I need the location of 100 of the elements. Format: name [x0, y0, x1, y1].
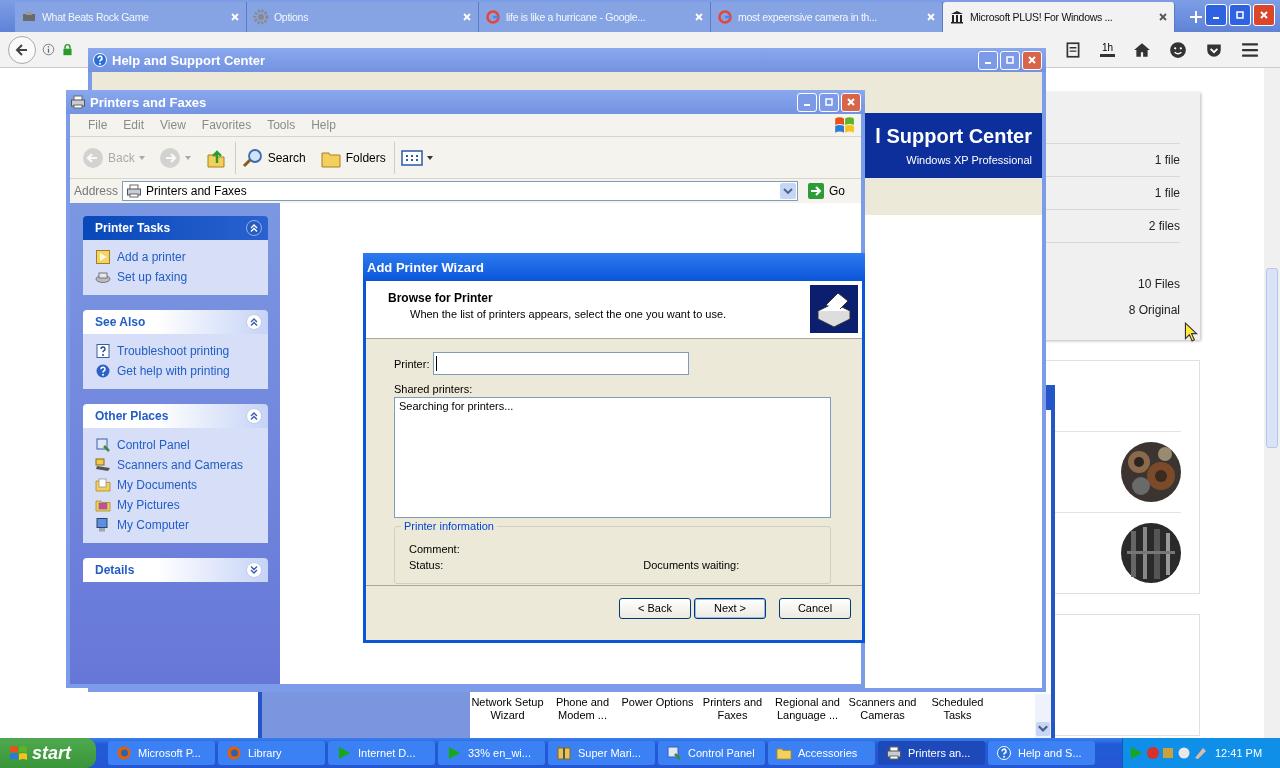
taskbar-button[interactable]: Microsoft P... [108, 741, 215, 765]
file-count: 10 Files [1137, 277, 1180, 291]
collapse-icon[interactable] [246, 314, 262, 330]
control-panel-item[interactable]: Regional and Language ... [770, 696, 845, 722]
panel-header[interactable]: Other Places [83, 404, 268, 428]
maximize-icon [1235, 10, 1245, 20]
task-link[interactable]: Get help with printing [95, 363, 258, 379]
task-link[interactable]: My Documents [95, 477, 258, 493]
task-link[interactable]: Set up faxing [95, 269, 258, 285]
play-arrow-icon [336, 745, 352, 761]
taskbar-button[interactable]: 33% en_wi... [438, 741, 545, 765]
taskbar-button[interactable]: Help and S... [988, 741, 1095, 765]
taskbar-button[interactable]: Internet D... [328, 741, 435, 765]
taskbar-button[interactable]: Control Panel [658, 741, 765, 765]
search-icon [241, 146, 264, 169]
list-item: Searching for printers... [399, 400, 514, 412]
taskbar-button[interactable]: Library [218, 741, 325, 765]
panel-header[interactable]: Details [83, 558, 268, 582]
back-button[interactable] [8, 35, 36, 64]
control-panel-item[interactable]: Scanners and Cameras [845, 696, 920, 722]
archive-icon [556, 745, 572, 761]
scroll-down-icon[interactable] [1036, 722, 1050, 736]
caret-icon [138, 155, 145, 160]
close-icon[interactable] [1158, 12, 1168, 22]
gear-icon [253, 9, 269, 25]
new-tab-icon[interactable] [1189, 10, 1203, 24]
windows-flag-icon [8, 744, 28, 762]
go-button[interactable]: Go [802, 183, 857, 199]
task-link[interactable]: Add a printer [95, 249, 258, 265]
history-button[interactable]: 1h [1100, 42, 1116, 57]
search-button[interactable]: Search [234, 141, 312, 174]
windows-flag-icon [833, 115, 855, 135]
caret-icon [184, 155, 191, 160]
control-panel-item[interactable]: Network Setup Wizard [470, 696, 545, 722]
maximize-button[interactable] [1229, 4, 1251, 26]
columns-icon [949, 9, 965, 25]
panel-header[interactable]: Printer Tasks [83, 216, 268, 240]
task-link[interactable]: My Pictures [95, 497, 258, 513]
file-count: 8 Original [1128, 303, 1180, 317]
expand-icon[interactable] [246, 562, 262, 578]
scrollbar[interactable] [1264, 68, 1280, 738]
window-title: Help and Support Center [112, 52, 266, 68]
browser-tab[interactable]: Microsoft PLUS! For Windows ... [943, 2, 1175, 32]
start-button[interactable]: start [0, 738, 96, 768]
smiley-icon[interactable] [1169, 40, 1188, 59]
file-count: 1 file [1154, 186, 1180, 200]
dropdown-icon[interactable] [780, 183, 796, 199]
group-title: Printer information [401, 520, 497, 532]
tray-icons-drawing[interactable] [1129, 745, 1209, 761]
browser-tab[interactable]: Options [247, 2, 479, 32]
task-link[interactable]: Scanners and Cameras [95, 457, 258, 473]
task-link[interactable]: Control Panel [95, 437, 258, 453]
panel-header[interactable]: See Also [83, 310, 268, 334]
menu-item[interactable]: Tools [259, 118, 304, 132]
task-link[interactable]: My Computer [95, 517, 258, 533]
menu-icon[interactable] [1241, 40, 1260, 59]
scrollbar[interactable] [1035, 694, 1051, 738]
menu-item[interactable]: Help [303, 118, 344, 132]
browser-tab[interactable]: most expeensive camera in th... [711, 2, 943, 32]
printer-icon [810, 285, 858, 333]
caret-icon [426, 155, 433, 160]
address-field[interactable]: Printers and Faxes [122, 181, 798, 201]
minimize-button[interactable] [1205, 4, 1227, 26]
control-panel-item[interactable]: Scheduled Tasks [920, 696, 995, 722]
browser-tab[interactable]: What Beats Rock Game [15, 2, 247, 32]
collapse-icon[interactable] [246, 220, 262, 236]
help-icon [996, 745, 1012, 761]
collapse-icon[interactable] [246, 408, 262, 424]
play-arrow-icon [446, 745, 462, 761]
dialog-button[interactable]: Next > [694, 597, 766, 619]
minimize-icon [985, 61, 991, 65]
menu-item[interactable]: File [80, 118, 116, 132]
banner-subtitle: Windows XP Professional [906, 154, 1032, 166]
control-panel-item[interactable]: Printers and Faxes [695, 696, 770, 722]
browser-tab[interactable]: life is like a hurricane - Google... [479, 2, 711, 32]
menu-item[interactable]: Edit [115, 118, 153, 132]
menu-item[interactable]: View [152, 118, 194, 132]
menu-item[interactable]: Favorites [193, 118, 260, 132]
reading-list-icon[interactable] [1064, 40, 1082, 59]
taskbar-button[interactable]: Super Mari... [548, 741, 655, 765]
file-count: 2 files [1148, 219, 1180, 233]
maximize-icon [1005, 55, 1015, 65]
folders-button[interactable]: Folders [313, 141, 392, 174]
taskbar-button[interactable]: Accessories [768, 741, 875, 765]
add-printer-icon [95, 249, 111, 265]
close-icon [846, 97, 856, 107]
ring-icon [485, 9, 501, 25]
banner-title: l Support Center [875, 125, 1032, 148]
taskbar-button[interactable]: Printers an... [878, 741, 985, 765]
control-panel-item[interactable]: Phone and Modem ... [545, 696, 620, 722]
printer-icon [70, 94, 86, 110]
control-panel-item[interactable]: Power Options [620, 696, 695, 722]
shared-printers-list[interactable]: Searching for printers... [394, 397, 831, 518]
info-icon[interactable] [42, 43, 55, 56]
printer-field[interactable] [433, 352, 690, 375]
close-button[interactable] [1253, 4, 1275, 26]
dialog-button[interactable]: Cancel [779, 597, 851, 619]
task-link[interactable]: Troubleshoot printing [95, 343, 258, 359]
dialog-button[interactable]: < Back [619, 597, 691, 619]
back-arrow-icon [14, 41, 30, 58]
